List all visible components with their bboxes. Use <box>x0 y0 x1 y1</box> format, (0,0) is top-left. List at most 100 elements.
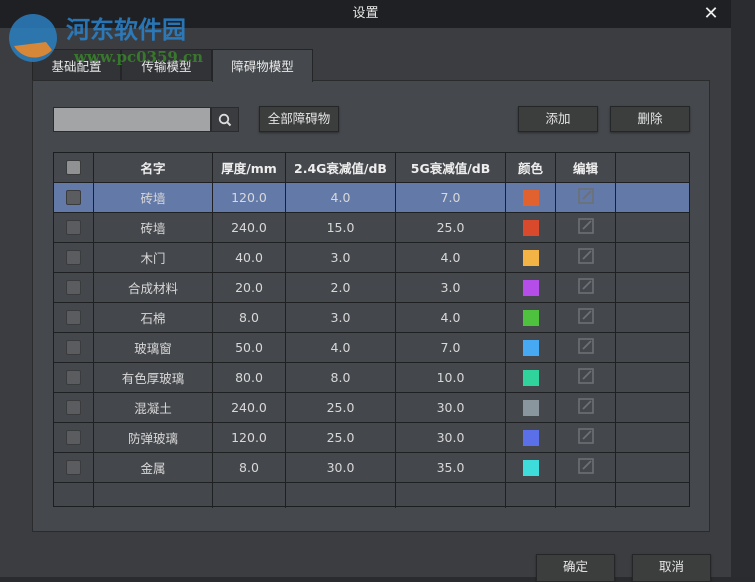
table-row[interactable]: 玻璃窗 50.0 4.0 7.0 <box>54 333 689 363</box>
search-button[interactable] <box>211 107 239 132</box>
color-swatch[interactable] <box>522 399 539 416</box>
cell-name <box>94 483 213 508</box>
table-row[interactable]: 有色厚玻璃 80.0 8.0 10.0 <box>54 363 689 393</box>
cell-5g-attenuation: 30.0 <box>396 393 506 422</box>
row-checkbox[interactable] <box>66 400 81 415</box>
settings-dialog: 设置 ✕ 基础配置 传输模型 障碍物模型 全部障碍物 添加 删除 名字 厚度/m… <box>0 0 731 582</box>
color-swatch[interactable] <box>522 339 539 356</box>
color-swatch[interactable] <box>522 369 539 386</box>
edit-icon[interactable] <box>577 308 594 327</box>
color-swatch[interactable] <box>522 189 539 206</box>
cell-2-4g-attenuation: 8.0 <box>286 363 396 392</box>
cell-thickness <box>213 483 286 508</box>
row-checkbox[interactable] <box>66 340 81 355</box>
cell-thickness: 50.0 <box>213 333 286 362</box>
edit-icon[interactable] <box>577 428 594 447</box>
column-header-edit[interactable]: 编辑 <box>556 153 616 182</box>
cell-5g-attenuation: 25.0 <box>396 213 506 242</box>
edit-icon[interactable] <box>577 368 594 387</box>
column-header-name[interactable]: 名字 <box>94 153 213 182</box>
edit-icon[interactable] <box>577 398 594 417</box>
cell-thickness: 80.0 <box>213 363 286 392</box>
table-header: 名字 厚度/mm 2.4G衰减值/dB 5G衰减值/dB 颜色 编辑 <box>54 153 689 183</box>
column-header-color[interactable]: 颜色 <box>506 153 556 182</box>
row-checkbox[interactable] <box>66 280 81 295</box>
cell-5g-attenuation: 30.0 <box>396 423 506 452</box>
cell-5g-attenuation <box>396 483 506 508</box>
add-button[interactable]: 添加 <box>518 106 598 132</box>
cell-name: 砖墙 <box>94 213 213 242</box>
color-swatch[interactable] <box>522 429 539 446</box>
ok-button[interactable]: 确定 <box>536 554 615 582</box>
cell-5g-attenuation: 4.0 <box>396 303 506 332</box>
close-icon[interactable]: ✕ <box>701 0 721 28</box>
cell-2-4g-attenuation: 3.0 <box>286 303 396 332</box>
edit-icon[interactable] <box>577 458 594 477</box>
table-row[interactable]: 金属 8.0 30.0 35.0 <box>54 453 689 483</box>
cell-5g-attenuation: 7.0 <box>396 333 506 362</box>
color-swatch[interactable] <box>522 279 539 296</box>
cell-thickness: 240.0 <box>213 393 286 422</box>
row-checkbox[interactable] <box>66 430 81 445</box>
table-row-empty[interactable] <box>54 483 689 508</box>
column-header-2-4g[interactable]: 2.4G衰减值/dB <box>286 153 396 182</box>
search-icon <box>218 113 232 126</box>
cell-name: 玻璃窗 <box>94 333 213 362</box>
cell-5g-attenuation: 7.0 <box>396 183 506 212</box>
row-checkbox[interactable] <box>66 250 81 265</box>
edit-icon[interactable] <box>577 218 594 237</box>
color-swatch[interactable] <box>522 249 539 266</box>
table-row[interactable]: 砖墙 120.0 4.0 7.0 <box>54 183 689 213</box>
cell-2-4g-attenuation: 25.0 <box>286 393 396 422</box>
table-row[interactable]: 砖墙 240.0 15.0 25.0 <box>54 213 689 243</box>
color-swatch[interactable] <box>522 309 539 326</box>
cell-thickness: 240.0 <box>213 213 286 242</box>
cell-2-4g-attenuation: 30.0 <box>286 453 396 482</box>
table-row[interactable]: 合成材料 20.0 2.0 3.0 <box>54 273 689 303</box>
edit-icon[interactable] <box>577 188 594 207</box>
row-checkbox[interactable] <box>66 220 81 235</box>
all-obstacles-button[interactable]: 全部障碍物 <box>259 106 339 132</box>
row-checkbox[interactable] <box>66 370 81 385</box>
tab-basic-config[interactable]: 基础配置 <box>32 49 121 81</box>
column-header-5g[interactable]: 5G衰减值/dB <box>396 153 506 182</box>
cell-thickness: 120.0 <box>213 423 286 452</box>
cell-5g-attenuation: 4.0 <box>396 243 506 272</box>
cell-2-4g-attenuation <box>286 483 396 508</box>
cell-name: 砖墙 <box>94 183 213 212</box>
cell-2-4g-attenuation: 4.0 <box>286 183 396 212</box>
cell-2-4g-attenuation: 15.0 <box>286 213 396 242</box>
dialog-title: 设置 <box>352 6 379 21</box>
edit-icon[interactable] <box>577 278 594 297</box>
tab-obstacle-model[interactable]: 障碍物模型 <box>212 49 313 82</box>
background-strip <box>731 0 755 577</box>
cell-name: 金属 <box>94 453 213 482</box>
search-input[interactable] <box>53 107 211 132</box>
table-row[interactable]: 木门 40.0 3.0 4.0 <box>54 243 689 273</box>
row-checkbox[interactable] <box>66 460 81 475</box>
cell-2-4g-attenuation: 25.0 <box>286 423 396 452</box>
column-header-thickness[interactable]: 厚度/mm <box>213 153 286 182</box>
color-swatch[interactable] <box>522 219 539 236</box>
edit-icon[interactable] <box>577 338 594 357</box>
cell-2-4g-attenuation: 4.0 <box>286 333 396 362</box>
row-checkbox[interactable] <box>66 310 81 325</box>
cell-2-4g-attenuation: 3.0 <box>286 243 396 272</box>
cell-2-4g-attenuation: 2.0 <box>286 273 396 302</box>
color-swatch[interactable] <box>522 459 539 476</box>
table-row[interactable]: 混凝土 240.0 25.0 30.0 <box>54 393 689 423</box>
cancel-button[interactable]: 取消 <box>632 554 711 582</box>
table-row[interactable]: 防弹玻璃 120.0 25.0 30.0 <box>54 423 689 453</box>
tab-transmission-model[interactable]: 传输模型 <box>121 49 212 81</box>
delete-button[interactable]: 删除 <box>610 106 690 132</box>
row-checkbox[interactable] <box>66 190 81 205</box>
edit-icon[interactable] <box>577 248 594 267</box>
cell-5g-attenuation: 3.0 <box>396 273 506 302</box>
cell-5g-attenuation: 35.0 <box>396 453 506 482</box>
cell-name: 防弹玻璃 <box>94 423 213 452</box>
select-all-checkbox[interactable] <box>66 160 81 175</box>
cell-name: 石棉 <box>94 303 213 332</box>
cell-5g-attenuation: 10.0 <box>396 363 506 392</box>
title-bar: 设置 ✕ <box>0 0 731 28</box>
table-row[interactable]: 石棉 8.0 3.0 4.0 <box>54 303 689 333</box>
